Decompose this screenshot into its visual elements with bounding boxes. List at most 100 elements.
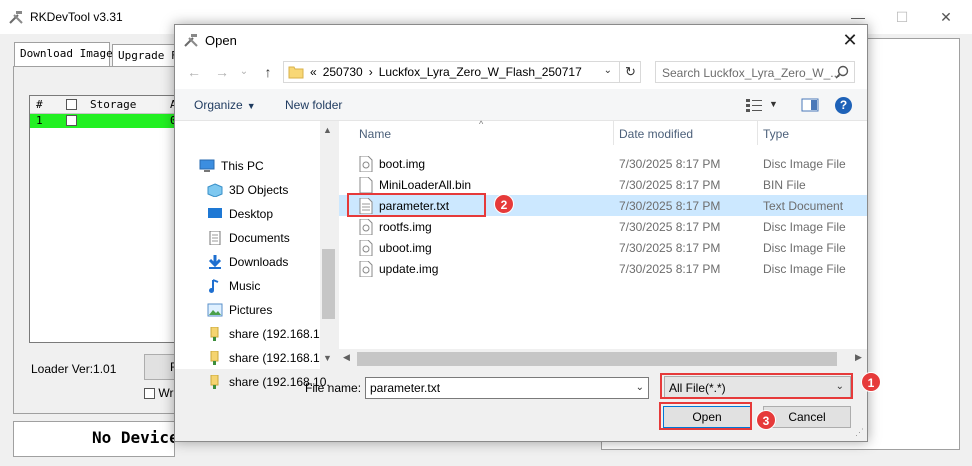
grid-row[interactable]: 1 0 <box>30 114 177 128</box>
organize-button[interactable]: Organize ▼ <box>194 98 256 112</box>
network-drive-icon <box>210 327 219 341</box>
file-name: update.img <box>379 262 439 276</box>
tab-download-image[interactable]: Download Image <box>14 42 113 66</box>
tree-item-label: 3D Objects <box>229 183 289 197</box>
tab-download-image-label: Download Image <box>20 47 113 60</box>
file-type: Disc Image File <box>763 157 846 171</box>
search-box[interactable]: Search Luckfox_Lyra_Zero_W_... <box>655 61 855 83</box>
device-status: No Devices Found <box>13 421 175 457</box>
grid-header-num: # <box>36 98 43 111</box>
back-icon[interactable]: ← <box>185 63 203 81</box>
tree-item-label: Downloads <box>229 255 289 269</box>
file-name-combobox[interactable]: ⌄ <box>365 377 649 399</box>
resize-grip-icon[interactable]: ⋰ <box>855 427 864 438</box>
grid-header-storage: Storage <box>90 98 137 111</box>
file-type: Disc Image File <box>763 262 846 276</box>
organize-arrow-icon: ▼ <box>246 101 256 111</box>
scroll-down-icon[interactable]: ▼ <box>323 353 332 363</box>
close-icon[interactable]: ✕ <box>936 8 956 26</box>
file-list-scroll-thumb[interactable] <box>357 352 837 366</box>
step-badge-1: 1 <box>861 372 881 392</box>
tree-item-label: share (192.168.10. <box>229 351 330 365</box>
tree-item-label: share (192.168.10. <box>229 327 330 341</box>
command-bar: Organize ▼ New folder ▼ ? <box>175 89 867 121</box>
search-placeholder: Search Luckfox_Lyra_Zero_W_... <box>662 66 841 80</box>
file-type: Disc Image File <box>763 220 846 234</box>
file-list-hscrollbar[interactable]: ◀ ▶ <box>339 349 867 369</box>
view-dropdown-icon[interactable]: ▼ <box>769 99 778 109</box>
file-type: BIN File <box>763 178 806 192</box>
organize-label: Organize <box>194 98 243 112</box>
network-drive-icon <box>210 375 219 389</box>
loader-version: Loader Ver:1.01 <box>31 362 117 376</box>
scroll-right-icon[interactable]: ▶ <box>855 352 862 363</box>
recent-locations-icon[interactable]: ⌄ <box>235 63 253 81</box>
breadcrumb-overflow[interactable]: « <box>310 65 317 79</box>
grid-row-checkbox[interactable] <box>66 115 77 126</box>
file-row[interactable]: update.img 7/30/2025 8:17 PM Disc Image … <box>339 258 867 279</box>
address-dropdown-icon[interactable]: ⌄ <box>604 65 612 76</box>
dialog-close-icon[interactable]: ✕ <box>839 29 861 51</box>
scroll-left-icon[interactable]: ◀ <box>343 352 350 363</box>
desktop-icon <box>208 208 222 218</box>
breadcrumb-parent[interactable]: 250730 <box>323 65 363 79</box>
write-checkbox[interactable] <box>144 388 155 400</box>
highlight-open-button <box>659 402 752 430</box>
address-bar[interactable]: « 250730 › Luckfox_Lyra_Zero_W_Flash_250717… <box>283 61 641 83</box>
disc-image-file-icon <box>359 219 373 235</box>
grid-header-checkbox[interactable] <box>66 99 77 110</box>
rkdevtool-title: RKDevTool v3.31 <box>30 10 123 24</box>
new-folder-button[interactable]: New folder <box>285 98 342 112</box>
disc-image-file-icon <box>359 156 373 172</box>
column-header-type[interactable]: Type <box>763 121 789 145</box>
navigation-pane: This PC 3D Objects Desktop Documents Dow… <box>175 121 337 389</box>
step-badge-3: 3 <box>756 410 776 430</box>
tree-item-label: Music <box>229 279 261 293</box>
file-row[interactable]: boot.img 7/30/2025 8:17 PM Disc Image Fi… <box>339 153 867 174</box>
downloads-icon <box>208 255 222 269</box>
file-date: 7/30/2025 8:17 PM <box>619 178 721 192</box>
music-icon <box>209 279 219 293</box>
scroll-up-icon[interactable]: ▲ <box>323 125 332 135</box>
file-name: boot.img <box>379 157 426 171</box>
search-icon <box>835 65 849 79</box>
file-date: 7/30/2025 8:17 PM <box>619 241 721 255</box>
maximize-icon[interactable]: ☐ <box>892 8 912 26</box>
column-header-name[interactable]: Name <box>359 121 391 145</box>
forward-icon[interactable]: → <box>213 63 231 81</box>
tab-upgrade-firmware[interactable]: Upgrade Fi <box>112 44 184 66</box>
write-checkbox-row[interactable]: Wr <box>144 386 173 400</box>
image-grid: # Storage A 1 0 <box>29 95 177 343</box>
folder-icon <box>288 66 304 79</box>
view-options-icon[interactable] <box>745 97 763 113</box>
breadcrumb-separator: › <box>368 65 373 79</box>
file-date: 7/30/2025 8:17 PM <box>619 157 721 171</box>
file-name: rootfs.img <box>379 220 432 234</box>
3d-objects-icon <box>207 183 223 197</box>
file-row[interactable]: uboot.img 7/30/2025 8:17 PM Disc Image F… <box>339 237 867 258</box>
navigation-scrollbar[interactable]: ▲ ▼ <box>320 121 337 369</box>
f-button[interactable]: F <box>144 354 178 380</box>
breadcrumb-current[interactable]: Luckfox_Lyra_Zero_W_Flash_250717 <box>379 65 582 79</box>
file-date: 7/30/2025 8:17 PM <box>619 262 721 276</box>
up-icon[interactable]: ↑ <box>259 63 277 81</box>
tools-icon <box>184 34 198 47</box>
disc-image-file-icon <box>359 240 373 256</box>
file-name-dropdown-icon[interactable]: ⌄ <box>636 382 644 393</box>
file-row[interactable]: MiniLoaderAll.bin 7/30/2025 8:17 PM BIN … <box>339 174 867 195</box>
preview-pane-icon[interactable] <box>801 97 819 113</box>
tools-icon <box>9 11 23 24</box>
cancel-button[interactable]: Cancel <box>763 406 851 428</box>
dialog-titlebar: Open ✕ <box>175 25 867 55</box>
file-name-input[interactable] <box>366 378 630 398</box>
navigation-bar: ← → ⌄ ↑ « 250730 › Luckfox_Lyra_Zero_W_Flas… <box>175 55 867 89</box>
column-header-date[interactable]: Date modified <box>619 121 693 145</box>
navigation-scroll-thumb[interactable] <box>322 249 335 319</box>
column-separator[interactable] <box>613 121 614 145</box>
tree-item-label: Pictures <box>229 303 273 317</box>
column-separator[interactable] <box>757 121 758 145</box>
refresh-icon[interactable]: ↻ <box>619 61 641 83</box>
pc-icon <box>199 159 215 172</box>
file-row[interactable]: rootfs.img 7/30/2025 8:17 PM Disc Image … <box>339 216 867 237</box>
help-icon[interactable]: ? <box>835 97 852 114</box>
